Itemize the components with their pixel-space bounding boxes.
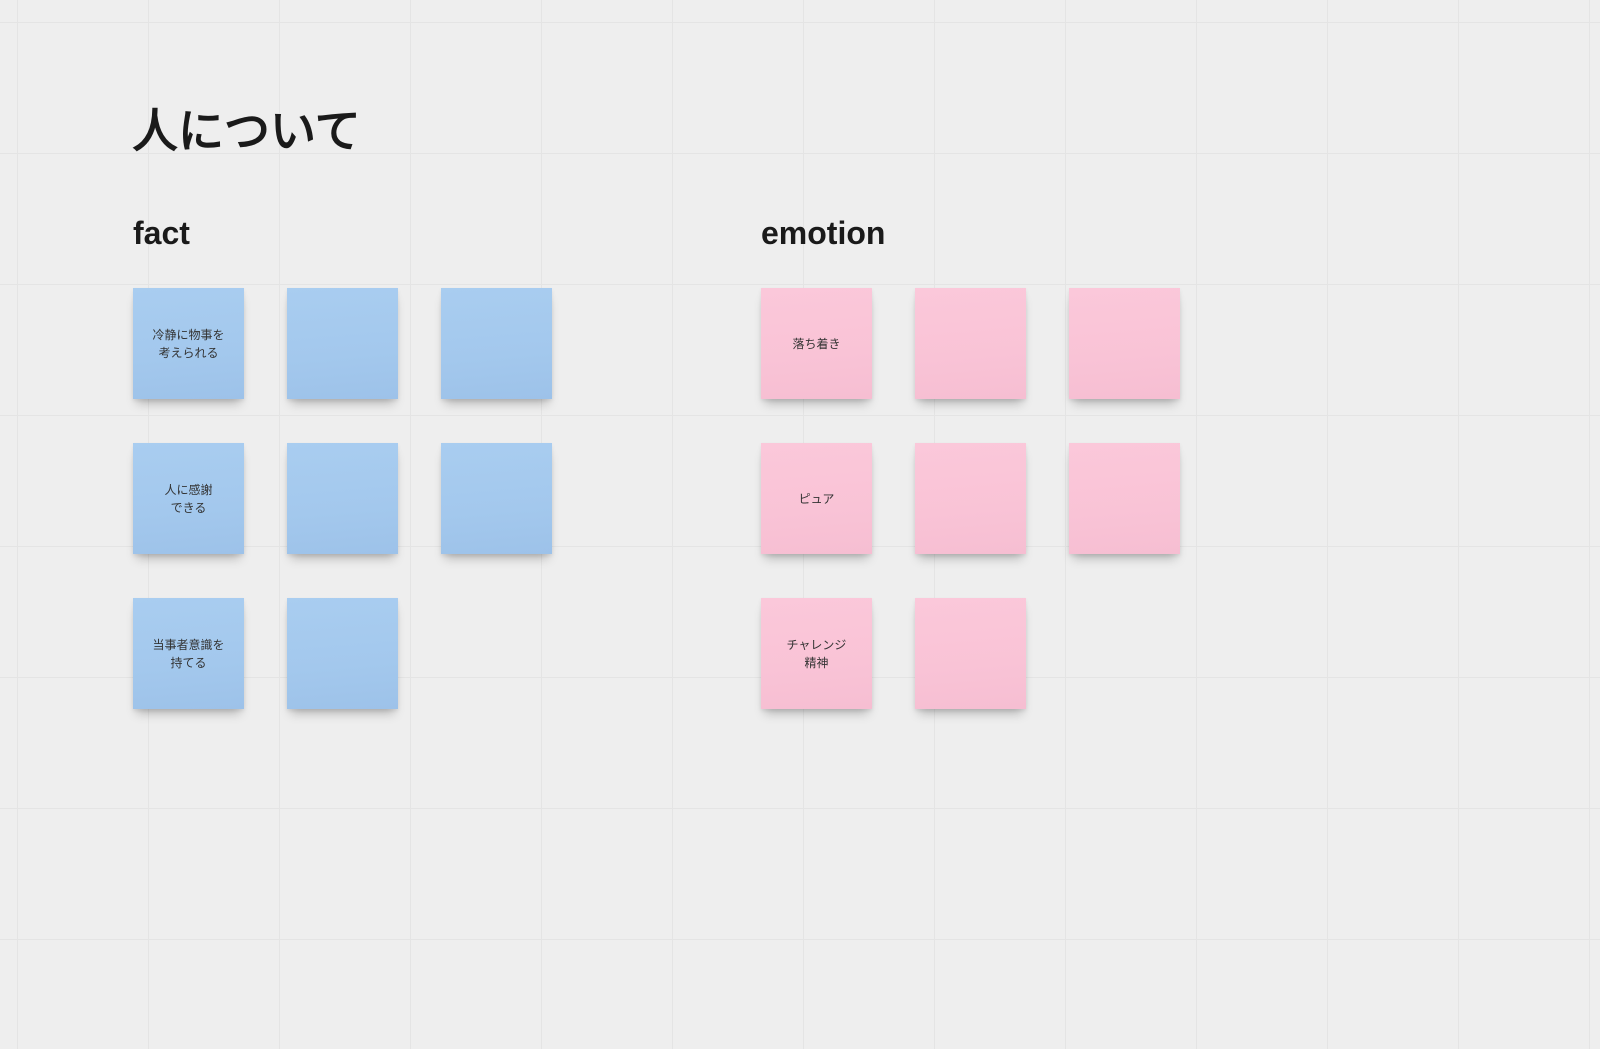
sticky-text: 落ち着き [792, 335, 840, 353]
sticky-text: チャレンジ 精神 [787, 636, 847, 672]
section-heading-fact[interactable]: fact [133, 215, 190, 252]
sticky-note[interactable] [1069, 288, 1180, 399]
sticky-note[interactable] [441, 288, 552, 399]
sticky-note[interactable] [1069, 443, 1180, 554]
sticky-text: ピュア [799, 490, 835, 508]
sticky-note[interactable] [287, 288, 398, 399]
sticky-note[interactable]: チャレンジ 精神 [761, 598, 872, 709]
sticky-row: 人に感謝 できる [133, 443, 552, 554]
sticky-row: チャレンジ 精神 [761, 598, 1180, 709]
section-heading-emotion[interactable]: emotion [761, 215, 885, 252]
sticky-row: 冷静に物事を 考えられる [133, 288, 552, 399]
sticky-text: 人に感謝 できる [164, 481, 212, 517]
sticky-note[interactable] [915, 443, 1026, 554]
sticky-note[interactable]: ピュア [761, 443, 872, 554]
sticky-note[interactable] [287, 443, 398, 554]
emotion-sticky-grid: 落ち着き ピュア チャレンジ 精神 [761, 288, 1180, 709]
fact-sticky-grid: 冷静に物事を 考えられる 人に感謝 できる 当事者意識を 持てる [133, 288, 552, 709]
sticky-note[interactable] [915, 288, 1026, 399]
sticky-note[interactable]: 冷静に物事を 考えられる [133, 288, 244, 399]
sticky-note[interactable] [287, 598, 398, 709]
sticky-row: ピュア [761, 443, 1180, 554]
sticky-note[interactable] [915, 598, 1026, 709]
sticky-row: 落ち着き [761, 288, 1180, 399]
sticky-note[interactable]: 人に感謝 できる [133, 443, 244, 554]
whiteboard-canvas[interactable]: 人について fact emotion 冷静に物事を 考えられる 人に感謝 できる [0, 0, 1600, 1049]
sticky-text: 当事者意識を 持てる [152, 636, 224, 672]
sticky-note[interactable] [441, 443, 552, 554]
sticky-note[interactable]: 当事者意識を 持てる [133, 598, 244, 709]
board-title[interactable]: 人について [132, 95, 361, 161]
sticky-note[interactable]: 落ち着き [761, 288, 872, 399]
sticky-row: 当事者意識を 持てる [133, 598, 552, 709]
sticky-text: 冷静に物事を 考えられる [152, 326, 224, 362]
